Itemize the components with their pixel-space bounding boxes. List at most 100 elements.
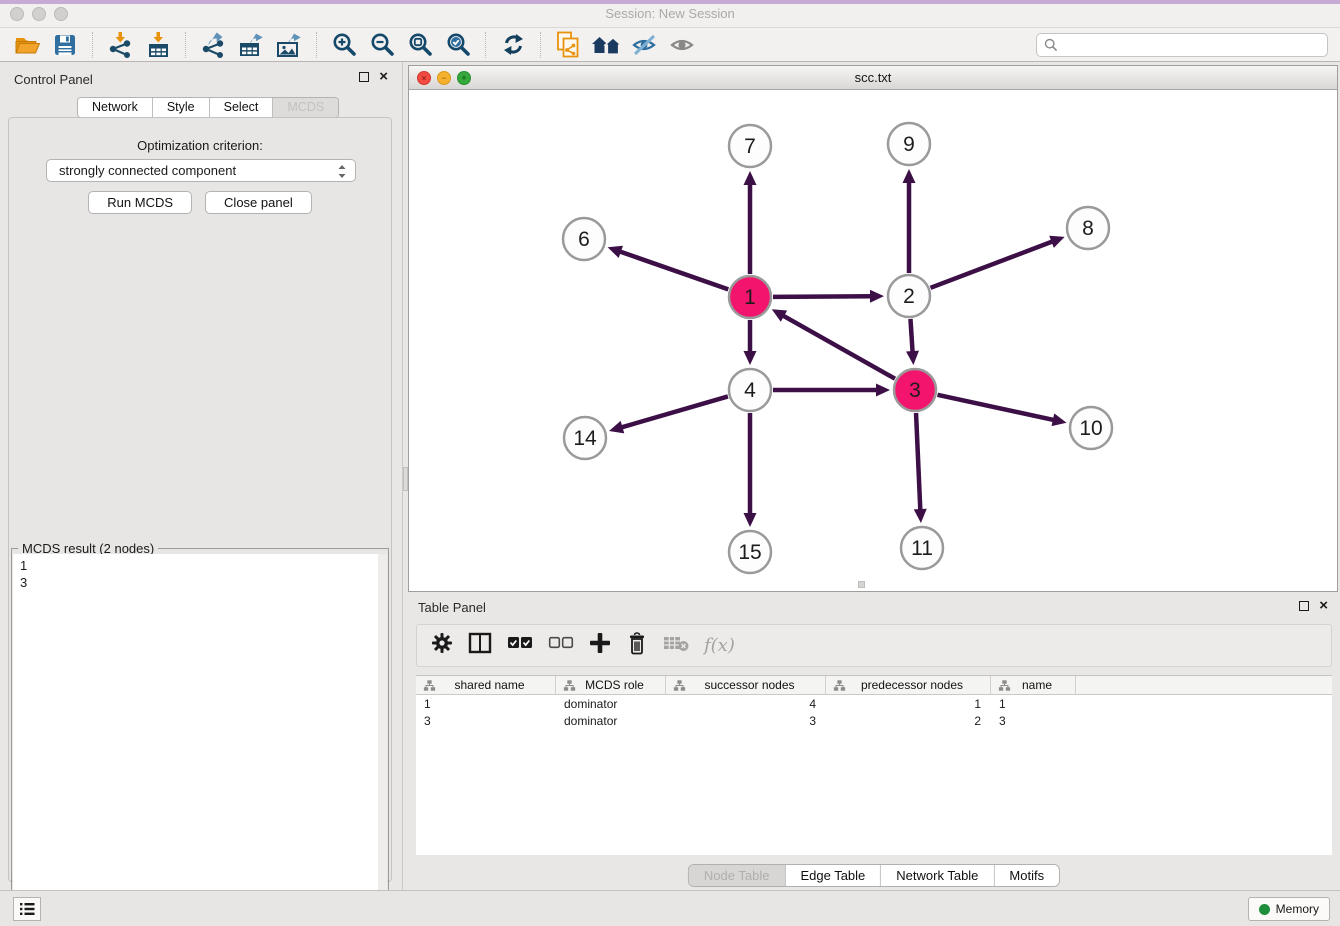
graph-node-label-14: 14 [573, 427, 597, 450]
table-panel-title: Table Panel [418, 600, 486, 615]
table-cell[interactable]: dominator [556, 697, 666, 711]
export-table-icon[interactable] [232, 30, 270, 60]
task-history-button[interactable] [13, 897, 41, 921]
hierarchy-icon [423, 679, 436, 692]
graph-node-label-3: 3 [909, 379, 921, 402]
optimization-criterion-label: Optimization criterion: [9, 138, 391, 153]
graph-edge-3-1[interactable] [781, 315, 895, 379]
hide-selected-icon[interactable] [625, 30, 663, 60]
run-mcds-button[interactable]: Run MCDS [88, 191, 192, 214]
tab-style[interactable]: Style [153, 98, 210, 117]
zoom-in-icon[interactable] [325, 30, 363, 60]
table-cell[interactable]: 3 [416, 714, 556, 728]
graph-node-label-2: 2 [903, 285, 915, 308]
show-all-icon[interactable] [663, 30, 701, 60]
import-table-icon[interactable] [139, 30, 177, 60]
float-panel-icon[interactable] [359, 72, 369, 82]
table-cell[interactable]: 2 [826, 714, 991, 728]
column-header-name[interactable]: name [991, 676, 1076, 694]
add-row-icon[interactable] [589, 632, 611, 659]
new-network-from-selection-icon[interactable] [549, 30, 587, 60]
zoom-out-icon[interactable] [363, 30, 401, 60]
zoom-selected-icon[interactable] [439, 30, 477, 60]
mcds-result-group: MCDS result (2 nodes) 1 3 [11, 548, 389, 926]
optimization-criterion-dropdown[interactable]: strongly connected component [46, 159, 356, 182]
network-window-titlebar[interactable]: × − + scc.txt [409, 66, 1337, 90]
tab-motifs[interactable]: Motifs [994, 865, 1059, 886]
graph-node-label-6: 6 [578, 228, 590, 251]
table-row[interactable]: 1dominator411 [416, 695, 1332, 712]
toolbar-separator [316, 32, 317, 58]
network-canvas[interactable]: 7968124314101511 [409, 90, 1337, 591]
column-header-MCDS-role[interactable]: MCDS role [556, 676, 666, 694]
graph-edge-3-11[interactable] [916, 413, 920, 512]
unselect-all-checkboxes-icon[interactable] [548, 636, 574, 655]
graph-arrowhead [906, 351, 919, 365]
chevron-up-down-icon [337, 163, 347, 186]
delete-row-icon[interactable] [626, 631, 648, 660]
tab-network[interactable]: Network [78, 98, 153, 117]
close-table-panel-icon[interactable]: × [1319, 600, 1328, 612]
search-icon [1044, 38, 1058, 52]
table-cell[interactable]: 1 [826, 697, 991, 711]
close-panel-button[interactable]: Close panel [205, 191, 312, 214]
table-header-row: shared nameMCDS rolesuccessor nodesprede… [416, 676, 1332, 695]
hierarchy-icon [563, 679, 576, 692]
graph-edge-1-6[interactable] [618, 251, 728, 290]
tab-node-table[interactable]: Node Table [689, 865, 786, 886]
table-row[interactable]: 3dominator323 [416, 712, 1332, 729]
refresh-icon[interactable] [494, 30, 532, 60]
column-header-successor-nodes[interactable]: successor nodes [666, 676, 826, 694]
export-image-icon[interactable] [270, 30, 308, 60]
first-neighbors-icon[interactable] [587, 30, 625, 60]
hierarchy-icon [998, 679, 1011, 692]
column-header-shared-name[interactable]: shared name [416, 676, 556, 694]
network-graph: 7968124314101511 [409, 90, 1337, 591]
table-settings-icon[interactable] [431, 632, 453, 659]
save-session-icon[interactable] [46, 30, 84, 60]
search-field[interactable] [1036, 33, 1328, 57]
tab-network-table[interactable]: Network Table [881, 865, 994, 886]
graph-node-label-4: 4 [744, 379, 756, 402]
graph-edge-1-2[interactable] [773, 296, 873, 297]
window-title: Session: New Session [0, 6, 1340, 21]
table-cell[interactable]: 1 [416, 697, 556, 711]
export-network-icon[interactable] [194, 30, 232, 60]
table-cell[interactable]: 3 [666, 714, 826, 728]
import-network-icon[interactable] [101, 30, 139, 60]
graph-edge-2-8[interactable] [931, 241, 1055, 288]
memory-button[interactable]: Memory [1248, 897, 1330, 921]
table-cell[interactable]: dominator [556, 714, 666, 728]
graph-edge-2-3[interactable] [910, 319, 912, 354]
graph-node-label-10: 10 [1079, 417, 1102, 440]
result-scrollbar[interactable] [378, 554, 387, 926]
table-cell[interactable]: 3 [991, 714, 1076, 728]
graph-arrowhead [903, 169, 916, 183]
tab-edge-table[interactable]: Edge Table [785, 865, 881, 886]
float-table-panel-icon[interactable] [1299, 601, 1309, 611]
tab-select[interactable]: Select [210, 98, 274, 117]
table-tabs: Node TableEdge TableNetwork TableMotifs [688, 864, 1060, 887]
open-session-icon[interactable] [8, 30, 46, 60]
network-window-title: scc.txt [409, 70, 1337, 85]
show-column-icon[interactable] [468, 632, 492, 659]
hierarchy-icon [833, 679, 846, 692]
zoom-fit-icon[interactable] [401, 30, 439, 60]
table-cell[interactable]: 4 [666, 697, 826, 711]
canvas-grip[interactable] [858, 581, 865, 588]
column-header-predecessor-nodes[interactable]: predecessor nodes [826, 676, 991, 694]
mcds-result-text[interactable]: 1 3 [13, 554, 387, 926]
graph-arrowhead [744, 513, 757, 527]
select-all-checkboxes-icon[interactable] [507, 636, 533, 655]
toolbar-separator [540, 32, 541, 58]
search-input[interactable] [1063, 36, 1327, 54]
table-cell[interactable]: 1 [991, 697, 1076, 711]
close-panel-icon[interactable]: × [379, 71, 388, 83]
tab-mcds[interactable]: MCDS [273, 98, 338, 117]
node-table[interactable]: shared nameMCDS rolesuccessor nodesprede… [416, 675, 1332, 855]
graph-edge-3-10[interactable] [937, 395, 1055, 421]
toolbar-separator [485, 32, 486, 58]
graph-edge-4-14[interactable] [620, 396, 728, 428]
status-bar: Memory [0, 890, 1340, 926]
graph-node-label-11: 11 [911, 537, 933, 560]
